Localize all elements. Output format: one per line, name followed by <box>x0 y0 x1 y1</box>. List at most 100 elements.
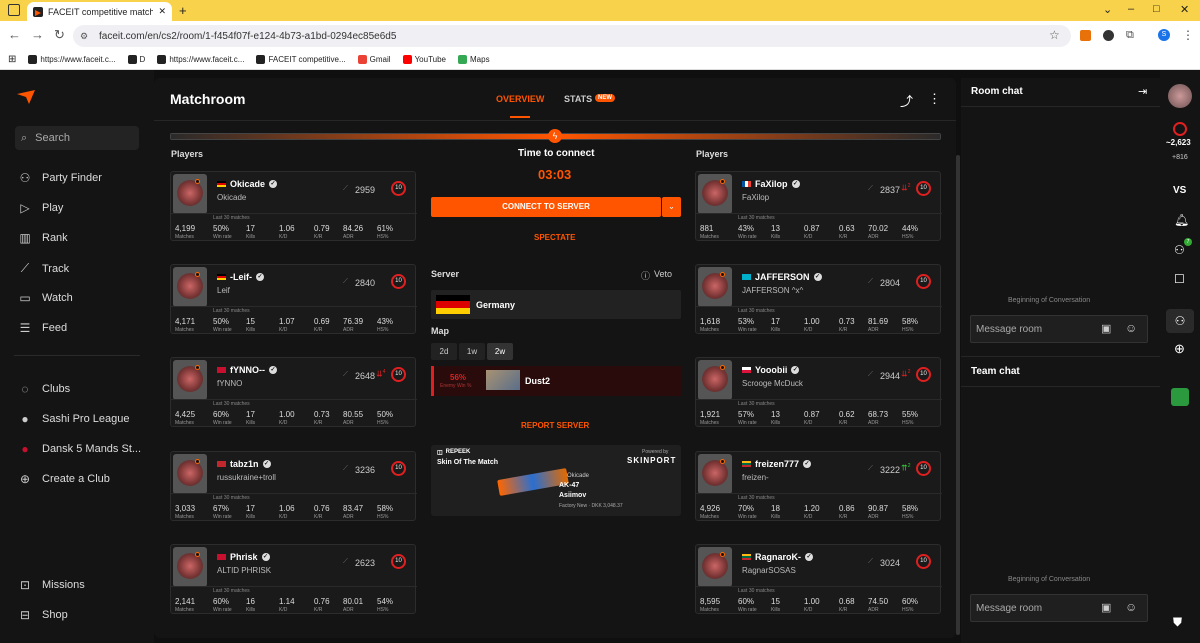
bookmark-gmail[interactable]: Gmail <box>357 55 391 64</box>
bookmark-3[interactable]: https://www.faceit.c... <box>157 55 244 64</box>
sidebar-item-shop[interactable]: ⊟ Shop <box>18 608 68 622</box>
map-filter-2d[interactable]: 2d <box>431 343 457 360</box>
forward-icon[interactable]: → <box>31 27 44 42</box>
player-avatar[interactable] <box>173 454 207 494</box>
player-avatar[interactable] <box>698 267 732 307</box>
emoji-icon[interactable]: ☺ <box>1125 600 1137 614</box>
vs-icon[interactable]: VS <box>1173 185 1186 196</box>
sidebar-item-missions[interactable]: ⊡ Missions <box>18 578 85 592</box>
sidebar-item-party-finder[interactable]: ⚇ Party Finder <box>18 171 102 185</box>
sidebar-item-clubs[interactable]: ◌ Clubs <box>18 382 70 396</box>
new-tab-icon[interactable]: + <box>179 3 187 18</box>
player-avatar[interactable] <box>173 174 207 214</box>
friends-icon[interactable]: ⚇ <box>1174 243 1185 257</box>
extension-2-icon[interactable] <box>1103 30 1114 41</box>
main-scrollbar[interactable] <box>956 155 960 635</box>
player-card[interactable]: RagnaroK- ✓ RagnarSOSAS ⟋ 3024 10 Last 3… <box>695 544 942 614</box>
player-card[interactable]: Okicade ✓ Okicade ⟋ 2959 10 Last 30 matc… <box>170 171 417 241</box>
tab-stats[interactable]: STATS <box>564 94 592 104</box>
player-nickname-row[interactable]: fYNNO-- ✓ <box>217 365 277 375</box>
tab-list-icon[interactable] <box>8 4 20 16</box>
site-info-icon[interactable]: ⚙ <box>80 31 88 42</box>
bookmark-youtube[interactable]: YouTube <box>402 55 446 64</box>
image-upload-icon[interactable]: ▣ <box>1101 322 1111 335</box>
maximize-icon[interactable]: □ <box>1153 3 1160 15</box>
player-avatar[interactable] <box>698 360 732 400</box>
messages-icon[interactable]: ☐ <box>1174 272 1185 286</box>
bookmark-maps[interactable]: Maps <box>458 55 490 64</box>
player-avatar[interactable] <box>173 267 207 307</box>
chevron-down-icon[interactable]: ⌄ <box>1103 3 1112 16</box>
close-tab-icon[interactable]: ✕ <box>158 6 166 17</box>
apps-grid-icon[interactable]: ⊞ <box>8 54 16 65</box>
player-card[interactable]: FaXilop ✓ FaXilop ⟋ 2837 ⇊2 10 Last 30 m… <box>695 171 942 241</box>
map-row-dust2[interactable] <box>431 366 681 396</box>
search-input[interactable]: ⌕ Search <box>15 126 139 150</box>
spectate-button[interactable]: SPECTATE <box>534 233 575 242</box>
player-nickname-row[interactable]: -Leif- ✓ <box>217 272 264 282</box>
extension-icon[interactable] <box>1080 30 1091 41</box>
user-avatar[interactable] <box>1168 84 1192 108</box>
player-avatar[interactable] <box>698 174 732 214</box>
player-card[interactable]: JAFFERSON ✓ JAFFERSON ^x^ ⟋ 2804 10 Last… <box>695 264 942 334</box>
player-avatar[interactable] <box>698 547 732 587</box>
emoji-icon[interactable]: ☺ <box>1125 321 1137 335</box>
connect-to-server-button[interactable]: CONNECT TO SERVER <box>431 197 661 217</box>
sidebar-item-play[interactable]: ▷ Play <box>18 201 63 215</box>
party-chat-icon[interactable]: ⚇ <box>1166 309 1194 333</box>
extensions-icon[interactable]: ⧉ <box>1126 29 1134 42</box>
sidebar-item-create-club[interactable]: ⊕ Create a Club <box>18 472 110 486</box>
player-nickname-row[interactable]: JAFFERSON ✓ <box>742 272 822 282</box>
more-options-icon[interactable]: ⋮ <box>928 91 941 107</box>
tab-overview[interactable]: OVERVIEW <box>496 94 544 104</box>
player-nickname-row[interactable]: FaXilop ✓ <box>742 179 800 189</box>
player-nickname-row[interactable]: tabz1n ✓ <box>217 459 271 469</box>
sidebar-item-watch[interactable]: ▭ Watch <box>18 291 72 305</box>
close-window-icon[interactable]: ✕ <box>1180 3 1189 16</box>
profile-avatar-icon[interactable]: S <box>1158 29 1170 41</box>
player-nickname-row[interactable]: freizen777 ✓ <box>742 459 812 469</box>
image-upload-icon[interactable]: ▣ <box>1101 601 1111 614</box>
player-nickname-row[interactable]: Yooobii ✓ <box>742 365 800 375</box>
share-icon[interactable]: ⤴ <box>900 91 913 110</box>
player-card[interactable]: -Leif- ✓ Leif ⟋ 2840 10 Last 30 matches … <box>170 264 417 334</box>
veto-info[interactable]: ⓘ Veto <box>641 269 672 282</box>
player-card[interactable]: freizen777 ✓ freizen- ⟋ 3222 ⇈2 10 Last … <box>695 451 942 521</box>
club-icon[interactable] <box>1171 388 1189 406</box>
bookmark-4[interactable]: FACEIT competitive... <box>256 55 346 64</box>
player-avatar[interactable] <box>698 454 732 494</box>
player-card[interactable]: fYNNO-- ✓ fYNNO ⟋ 2648 ⇊4 10 Last 30 mat… <box>170 357 417 427</box>
player-nickname-row[interactable]: Phrisk ✓ <box>217 552 270 562</box>
bookmark-star-icon[interactable]: ☆ <box>1049 28 1060 42</box>
add-icon[interactable]: ⊕ <box>1174 341 1185 357</box>
player-card[interactable]: Phrisk ✓ ALTID PHRISK ⟋ 2623 10 Last 30 … <box>170 544 417 614</box>
minimize-icon[interactable]: – <box>1128 3 1134 15</box>
map-filter-1w[interactable]: 1w <box>459 343 485 360</box>
sidebar-item-track[interactable]: ⟋ Track <box>18 261 69 276</box>
player-avatar[interactable] <box>173 360 207 400</box>
collapse-chat-icon[interactable]: ⇥ <box>1138 85 1147 98</box>
map-filter-2w[interactable]: 2w <box>487 343 513 360</box>
player-nickname-row[interactable]: Okicade ✓ <box>217 179 278 189</box>
sidebar-item-dansk[interactable]: ● Dansk 5 Mands St... <box>18 442 141 456</box>
connect-options-chevron-icon[interactable]: ⌄ <box>662 197 681 217</box>
bookmark-1[interactable]: https://www.faceit.c... <box>28 55 116 64</box>
room-message-input[interactable]: Message room <box>970 315 1148 343</box>
player-nickname-row[interactable]: RagnaroK- ✓ <box>742 552 814 562</box>
player-card[interactable]: Yooobii ✓ Scrooge McDuck ⟋ 2944 ⇊2 10 La… <box>695 357 942 427</box>
sidebar-item-rank[interactable]: ▥ Rank <box>18 231 67 245</box>
player-card[interactable]: tabz1n ✓ russukraine+troll ⟋ 3236 10 Las… <box>170 451 417 521</box>
bookmark-2[interactable]: D <box>127 55 145 64</box>
faceit-logo-icon[interactable] <box>17 90 37 104</box>
report-server-button[interactable]: REPORT SERVER <box>521 421 589 430</box>
address-bar[interactable]: faceit.com/en/cs2/room/1-f454f07f-e124-4… <box>73 25 1071 47</box>
sidebar-item-feed[interactable]: ☰ Feed <box>18 321 67 335</box>
back-icon[interactable]: ← <box>8 27 21 42</box>
team-message-input[interactable]: Message room <box>970 594 1148 622</box>
reload-icon[interactable]: ↻ <box>54 27 65 43</box>
shop-bag-icon[interactable]: ⛊ <box>1173 615 1182 630</box>
sidebar-item-sashi-pro-league[interactable]: ● Sashi Pro League <box>18 412 129 426</box>
browser-tab[interactable]: FACEIT competitive match - FACE ✕ <box>27 2 172 21</box>
player-avatar[interactable] <box>173 547 207 587</box>
menu-dots-icon[interactable]: ⋮ <box>1182 28 1194 42</box>
